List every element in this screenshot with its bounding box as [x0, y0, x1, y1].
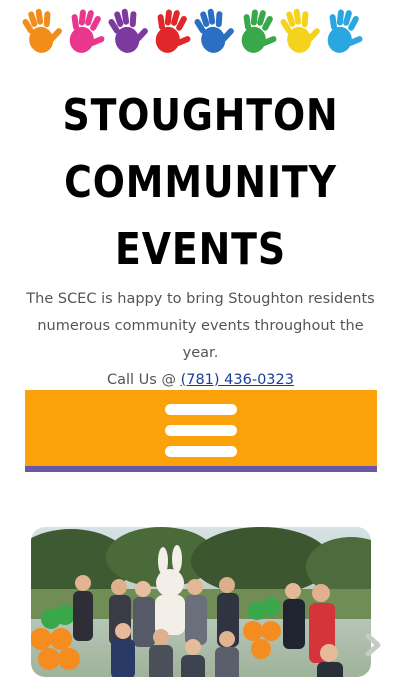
handprint-icon [194, 8, 234, 53]
menu-toggle-bar[interactable] [25, 390, 377, 472]
handprint-icon [280, 8, 320, 53]
phone-link[interactable]: (781) 436-0323 [181, 372, 294, 388]
handprint-icon [108, 8, 148, 53]
event-photo [31, 527, 371, 677]
handprints-logo [0, 0, 401, 62]
handprints-graphic [22, 8, 363, 53]
page-title: STOUGHTON COMMUNITY EVENTS [28, 82, 373, 283]
intro-paragraph: The SCEC is happy to bring Stoughton res… [18, 286, 383, 394]
title-line-2: COMMUNITY [64, 157, 337, 208]
call-us-label: Call Us @ [107, 372, 176, 388]
community-event-group-photo [31, 527, 371, 677]
handprint-icon [327, 9, 363, 53]
handprint-icon [155, 9, 191, 53]
hamburger-menu-icon[interactable] [165, 404, 237, 457]
intro-text: The SCEC is happy to bring Stoughton res… [26, 291, 375, 361]
title-line-1: STOUGHTON [62, 90, 339, 141]
chevron-right-icon[interactable] [360, 632, 386, 658]
handprint-icon [22, 8, 62, 53]
handprint-icon [241, 9, 277, 53]
title-line-3: EVENTS [115, 224, 286, 275]
handprint-icon [69, 9, 105, 53]
